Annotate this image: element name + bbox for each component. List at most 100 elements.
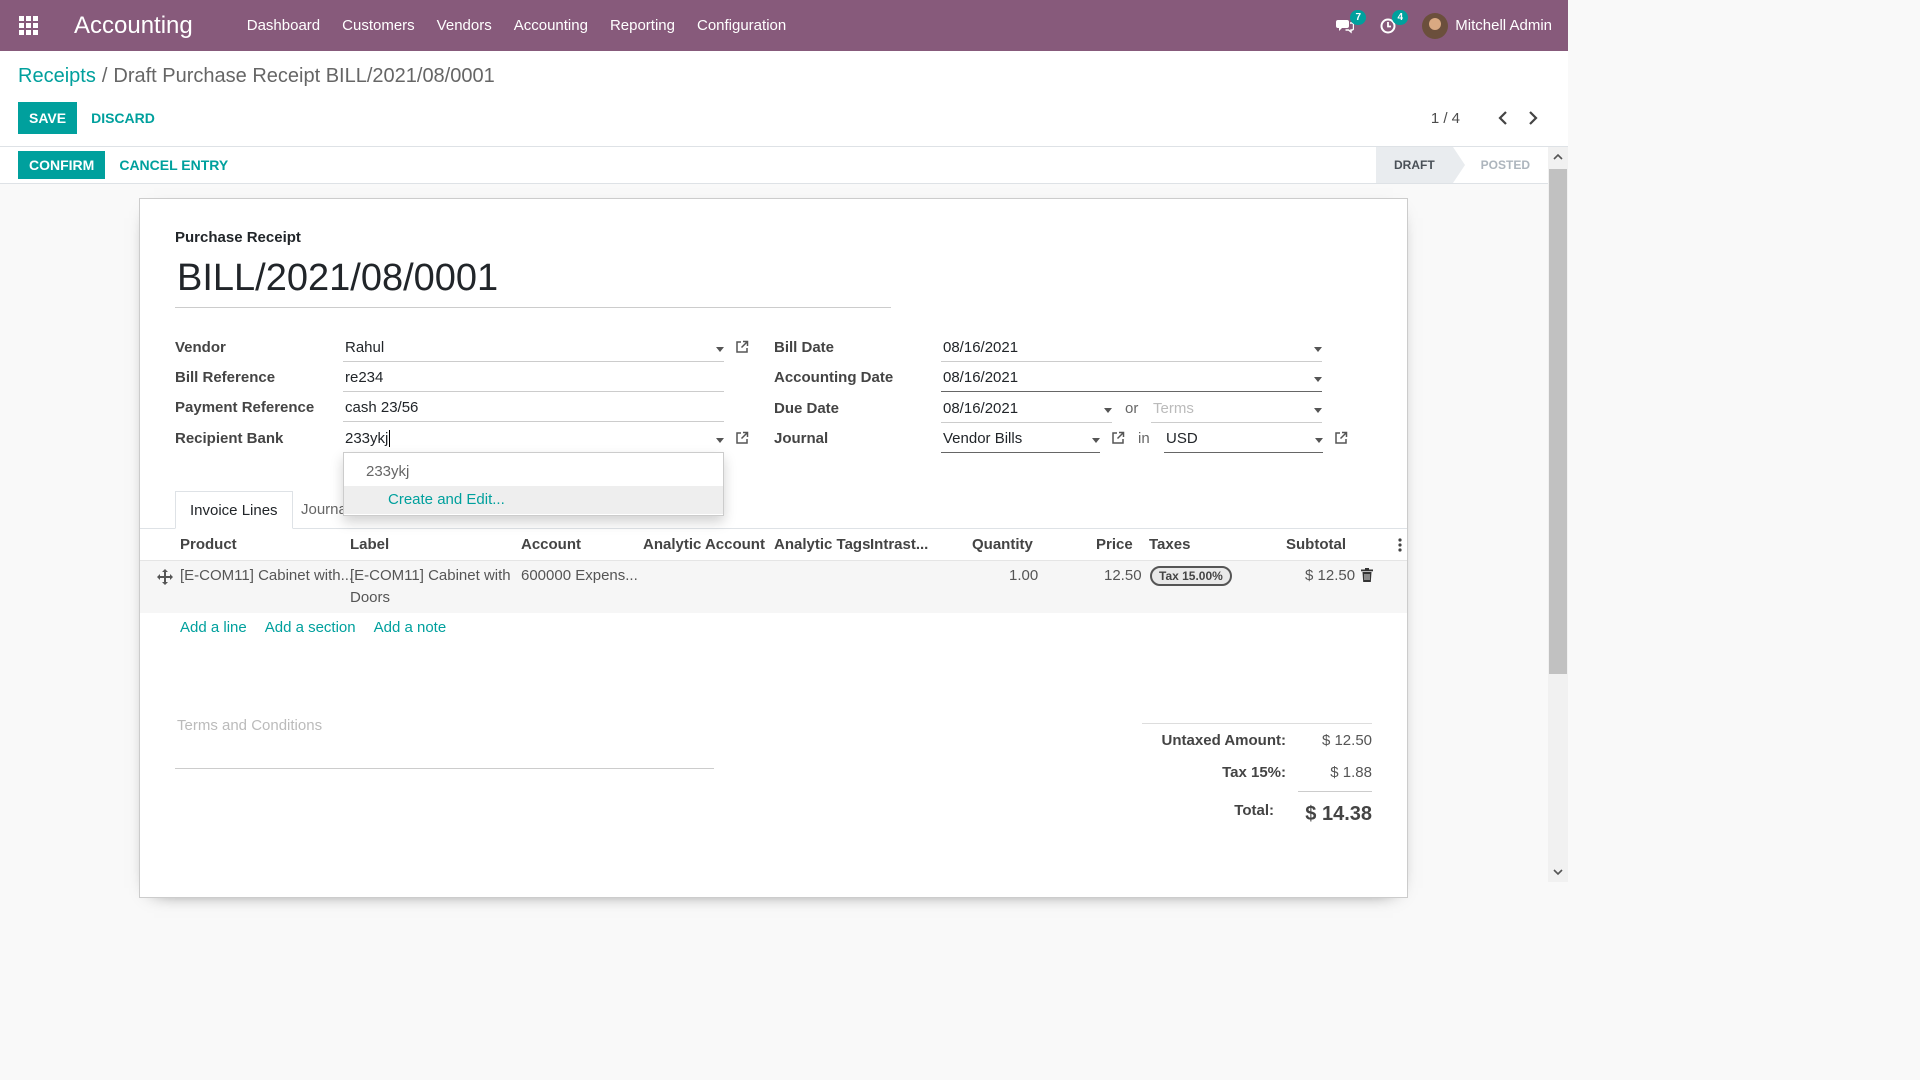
save-button[interactable]: SAVE bbox=[18, 102, 78, 134]
recipient-bank-label: Recipient Bank bbox=[175, 430, 284, 447]
terms-underline bbox=[175, 768, 714, 769]
col-account[interactable]: Account bbox=[521, 529, 581, 561]
menu-dashboard[interactable]: Dashboard bbox=[247, 17, 320, 34]
cancel-entry-button[interactable]: CANCEL ENTRY bbox=[105, 151, 242, 179]
col-analytic-tags[interactable]: Analytic Tags bbox=[774, 529, 870, 561]
vendor-label: Vendor bbox=[175, 339, 226, 356]
tax-tag[interactable]: Tax 15.00% bbox=[1150, 566, 1232, 586]
payment-terms-input[interactable]: Terms bbox=[1151, 397, 1322, 423]
menu-customers[interactable]: Customers bbox=[342, 17, 415, 34]
accounting-date-label: Accounting Date bbox=[774, 369, 894, 386]
drag-handle-icon[interactable] bbox=[157, 569, 173, 585]
recipient-bank-value: 233ykj bbox=[345, 430, 389, 447]
col-label[interactable]: Label bbox=[350, 529, 389, 561]
due-date-label: Due Date bbox=[774, 400, 840, 417]
vertical-scrollbar[interactable] bbox=[1548, 147, 1568, 882]
discard-button[interactable]: DISCARD bbox=[77, 102, 169, 134]
autocomplete-option[interactable]: 233ykj bbox=[344, 458, 723, 486]
due-date-caret-icon[interactable] bbox=[1104, 408, 1112, 413]
recipient-bank-autocomplete: 233ykj Create and Edit... bbox=[343, 452, 724, 516]
col-analytic-account[interactable]: Analytic Account bbox=[643, 529, 765, 561]
pager-next-icon[interactable] bbox=[1524, 108, 1542, 128]
payment-terms-caret-icon[interactable] bbox=[1314, 408, 1322, 413]
menu-vendors[interactable]: Vendors bbox=[437, 17, 492, 34]
payment-reference-value: cash 23/56 bbox=[345, 399, 419, 416]
scroll-up-icon[interactable] bbox=[1552, 151, 1564, 163]
due-date-input[interactable]: 08/16/2021 bbox=[941, 397, 1112, 423]
accounting-date-value: 08/16/2021 bbox=[943, 369, 1019, 386]
payment-reference-label: Payment Reference bbox=[175, 399, 315, 416]
optional-columns-icon[interactable] bbox=[1398, 538, 1402, 552]
payment-reference-input[interactable]: cash 23/56 bbox=[343, 396, 724, 422]
cell-quantity[interactable]: 1.00 bbox=[1009, 565, 1038, 587]
app-title[interactable]: Accounting bbox=[74, 12, 193, 40]
add-note-link[interactable]: Add a note bbox=[374, 619, 447, 636]
cell-price[interactable]: 12.50 bbox=[1104, 565, 1142, 587]
col-subtotal[interactable]: Subtotal bbox=[1286, 529, 1346, 561]
breadcrumb-parent-link[interactable]: Receipts bbox=[18, 65, 96, 87]
menu-configuration[interactable]: Configuration bbox=[697, 17, 786, 34]
user-name: Mitchell Admin bbox=[1455, 17, 1552, 34]
activities-button[interactable]: 4 bbox=[1380, 9, 1409, 34]
journal-label: Journal bbox=[774, 430, 829, 447]
table-row[interactable]: [E-COM11] Cabinet with... [E-COM11] Cabi… bbox=[140, 561, 1407, 613]
bill-reference-value: re234 bbox=[345, 369, 384, 386]
untaxed-amount-value: $ 12.50 bbox=[1321, 732, 1372, 749]
terms-and-conditions-input[interactable]: Terms and Conditions bbox=[177, 717, 322, 734]
document-name: BILL/2021/08/0001 bbox=[177, 257, 499, 299]
pager: 1 / 4 bbox=[1431, 108, 1542, 128]
cell-label[interactable]: [E-COM11] Cabinet with Doors bbox=[350, 565, 515, 609]
col-intrastat[interactable]: Intrast... bbox=[870, 529, 928, 561]
due-date-value: 08/16/2021 bbox=[943, 400, 1019, 417]
confirm-button[interactable]: CONFIRM bbox=[18, 151, 106, 179]
vendor-value: Rahul bbox=[345, 339, 385, 356]
pager-previous-icon[interactable] bbox=[1494, 108, 1512, 128]
recipient-bank-external-link-icon[interactable] bbox=[735, 431, 749, 445]
form-sheet: Purchase Receipt BILL/2021/08/0001 Vendo… bbox=[139, 198, 1408, 898]
total-divider bbox=[1298, 791, 1372, 792]
currency-select[interactable]: USD bbox=[1164, 427, 1323, 453]
breadcrumb: Receipts / Draft Purchase Receipt BILL/202… bbox=[18, 65, 495, 88]
cell-account[interactable]: 600000 Expens... bbox=[521, 565, 638, 587]
pager-value[interactable]: 1 / 4 bbox=[1431, 110, 1460, 127]
currency-external-link-icon[interactable] bbox=[1334, 431, 1348, 445]
col-product[interactable]: Product bbox=[180, 529, 237, 561]
scroll-down-icon[interactable] bbox=[1552, 866, 1564, 878]
currency-value: USD bbox=[1166, 430, 1198, 447]
recipient-bank-dropdown-caret-icon[interactable] bbox=[716, 438, 724, 443]
vendor-dropdown-caret-icon[interactable] bbox=[716, 347, 724, 352]
create-and-edit-option[interactable]: Create and Edit... bbox=[344, 486, 723, 514]
accounting-date-input[interactable]: 08/16/2021 bbox=[941, 366, 1322, 392]
col-price[interactable]: Price bbox=[1096, 529, 1133, 561]
vendor-external-link-icon[interactable] bbox=[735, 340, 749, 354]
tab-invoice-lines[interactable]: Invoice Lines bbox=[175, 491, 293, 529]
col-quantity[interactable]: Quantity bbox=[972, 529, 1033, 561]
breadcrumb-current: Draft Purchase Receipt BILL/2021/08/0001 bbox=[113, 65, 495, 87]
accounting-date-caret-icon[interactable] bbox=[1314, 377, 1322, 382]
trash-icon[interactable] bbox=[1361, 568, 1373, 582]
bill-reference-label: Bill Reference bbox=[175, 369, 276, 386]
bill-date-caret-icon[interactable] bbox=[1314, 347, 1322, 352]
cell-product[interactable]: [E-COM11] Cabinet with... bbox=[180, 565, 353, 587]
messages-badge: 7 bbox=[1350, 9, 1367, 25]
scrollbar-thumb[interactable] bbox=[1549, 169, 1567, 674]
currency-caret-icon[interactable] bbox=[1315, 438, 1323, 443]
menu-accounting[interactable]: Accounting bbox=[514, 17, 588, 34]
bill-date-input[interactable]: 08/16/2021 bbox=[941, 336, 1322, 362]
or-text: or bbox=[1125, 400, 1139, 417]
journal-caret-icon[interactable] bbox=[1092, 438, 1100, 443]
journal-external-link-icon[interactable] bbox=[1111, 431, 1125, 445]
add-line-link[interactable]: Add a line bbox=[180, 619, 247, 636]
bill-reference-input[interactable]: re234 bbox=[343, 366, 724, 392]
apps-menu-icon[interactable] bbox=[0, 0, 56, 51]
col-taxes[interactable]: Taxes bbox=[1149, 529, 1190, 561]
menu-reporting[interactable]: Reporting bbox=[610, 17, 675, 34]
total-value: $ 14.38 bbox=[1305, 803, 1372, 825]
vendor-field[interactable]: Rahul bbox=[343, 336, 724, 362]
user-menu[interactable]: Mitchell Admin bbox=[1422, 12, 1552, 39]
journal-select[interactable]: Vendor Bills bbox=[941, 427, 1100, 453]
messages-button[interactable]: 7 bbox=[1336, 9, 1367, 34]
recipient-bank-input[interactable]: 233ykj bbox=[343, 427, 724, 453]
add-section-link[interactable]: Add a section bbox=[265, 619, 356, 636]
tax-value: $ 1.88 bbox=[1330, 764, 1372, 781]
